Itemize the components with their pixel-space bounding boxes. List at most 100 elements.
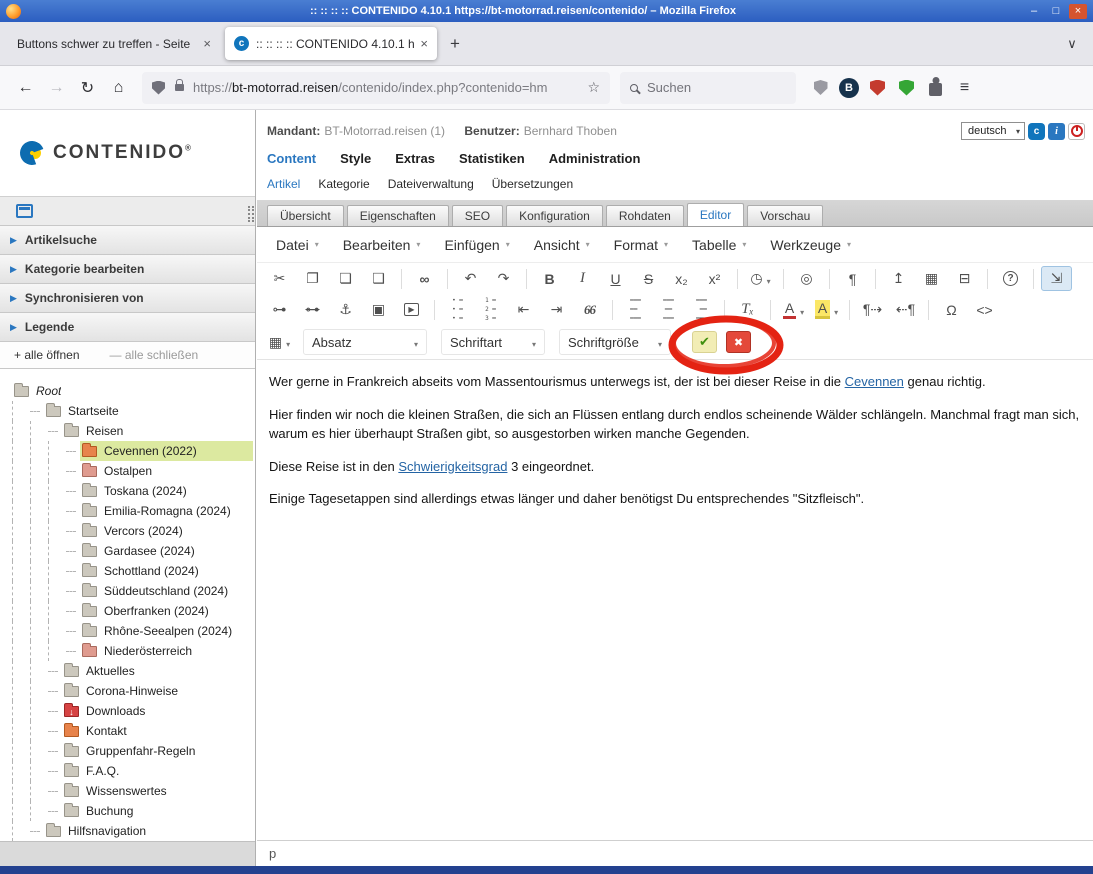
extensions-puzzle-icon[interactable] [921,73,950,102]
tab-konfiguration[interactable]: Konfiguration [506,205,603,226]
unlink-icon[interactable]: ⊶ [297,297,328,322]
superscript-icon[interactable]: x² [699,266,730,291]
tab-close-icon[interactable]: × [420,36,428,51]
visual-blocks-icon[interactable]: ¶ [837,266,868,291]
submenu-kategorie[interactable]: Kategorie [318,177,369,191]
tree-item[interactable]: Root [12,381,253,401]
align-center-icon[interactable]: ━━━ ━━ ━━━ [653,297,684,322]
new-tab-button[interactable]: + [442,34,468,54]
editor-menu-bearbeiten[interactable]: Bearbeiten [332,231,432,259]
content-link[interactable]: Cevennen [845,374,904,389]
editor-menu-einfügen[interactable]: Einfügen [433,231,520,259]
editor-menu-ansicht[interactable]: Ansicht [523,231,601,259]
tab-eigenschaften[interactable]: Eigenschaften [347,205,449,226]
account-b-icon[interactable]: B [839,78,859,98]
underline-icon[interactable]: U [600,266,631,291]
align-right-icon[interactable]: ━━━ ━━ ━━━ [686,297,717,322]
indent-icon[interactable]: ⇥ [541,297,572,322]
find-replace-icon[interactable]: ∞ [409,266,440,291]
tab-close-icon[interactable]: × [203,36,211,51]
tracking-shield-icon[interactable] [152,81,165,95]
tree-item[interactable]: Oberfranken (2024) [12,601,253,621]
undo-icon[interactable]: ↶ [455,266,486,291]
editor-menu-datei[interactable]: Datei [265,231,330,259]
help-icon[interactable]: ? [995,266,1026,291]
submenu-artikel[interactable]: Artikel [267,177,300,191]
tree-item[interactable]: Schottland (2024) [12,561,253,581]
lock-icon[interactable] [175,84,184,91]
source-code-icon[interactable]: <> [969,297,1000,322]
tree-item[interactable]: Buchung [12,801,253,821]
frame-resize-handle[interactable] [248,206,254,222]
editor-menu-werkzeuge[interactable]: Werkzeuge [759,231,862,259]
browser-tab[interactable]: c:: :: :: :: CONTENIDO 4.10.1 htt× [225,27,437,60]
bold-icon[interactable]: B [534,266,565,291]
tree-item[interactable]: Emilia-Romagna (2024) [12,501,253,521]
grid-icon[interactable]: ▦ [916,266,947,291]
tab-übersicht[interactable]: Übersicht [267,205,344,226]
green-shield-icon[interactable] [892,73,921,102]
cancel-button[interactable]: ✖ [726,331,751,353]
redo-icon[interactable]: ↷ [488,266,519,291]
tree-item[interactable]: Niederösterreich [12,641,253,661]
tree-item[interactable]: Aktuelles [12,661,253,681]
copy-icon[interactable]: ❐ [297,266,328,291]
ublock-shield-icon[interactable] [863,73,892,102]
menu-style[interactable]: Style [340,151,371,166]
info-icon[interactable]: i [1048,123,1065,140]
editor-content[interactable]: Wer gerne in Frankreich abseits vom Mass… [257,359,1093,840]
menu-statistiken[interactable]: Statistiken [459,151,525,166]
tree-item[interactable]: Hilfsnavigation [12,821,253,841]
tree-item[interactable]: Gardasee (2024) [12,541,253,561]
strikethrough-icon[interactable]: S [633,266,664,291]
italic-icon[interactable]: I [567,266,598,291]
content-link[interactable]: Schwierigkeitsgrad [398,459,507,474]
special-char-icon[interactable]: Ω [936,297,967,322]
numbered-list-icon[interactable]: 1 ━ 2 ━ 3 ━ [475,297,506,322]
tree-item[interactable]: Gruppenfahr-Regeln [12,741,253,761]
tree-item[interactable]: F.A.Q. [12,761,253,781]
ltr-icon[interactable]: ¶⇢ [857,297,888,322]
submenu-übersetzungen[interactable]: Übersetzungen [492,177,573,191]
reload-button[interactable]: ↻ [72,73,103,103]
clear-format-icon[interactable]: Tₓ [732,297,763,322]
url-bar[interactable]: https://bt-motorrad.reisen/contenido/ind… [142,72,610,104]
tree-item[interactable]: Wissenswertes [12,781,253,801]
image-icon[interactable]: ▣ [363,297,394,322]
save-button[interactable]: ✔ [692,331,717,353]
sidebar-section-artikelsuche[interactable]: ▶Artikelsuche [0,226,255,255]
rtl-icon[interactable]: ⇠¶ [890,297,921,322]
bookmark-star-icon[interactable]: ☆ [587,79,600,96]
tab-seo[interactable]: SEO [452,205,503,226]
text-color-icon[interactable]: A [778,297,809,322]
submenu-dateiverwaltung[interactable]: Dateiverwaltung [388,177,474,191]
outdent-icon[interactable]: ⇤ [508,297,539,322]
editor-menu-format[interactable]: Format [603,231,679,259]
sidebar-section-synchronisieren-von[interactable]: ▶Synchronisieren von [0,284,255,313]
tree-item[interactable]: Kontakt [12,721,253,741]
language-select[interactable]: deutsch [961,122,1025,140]
tab-editor[interactable]: Editor [687,203,744,226]
tab-vorschau[interactable]: Vorschau [747,205,823,226]
blockquote-icon[interactable]: 66 [574,297,605,322]
browser-tab[interactable]: Buttons schwer zu treffen - Seite× [8,27,220,60]
font-family-select[interactable]: Schriftart [441,329,545,355]
sidebar-section-legende[interactable]: ▶Legende [0,313,255,342]
tree-item[interactable]: Vercors (2024) [12,521,253,541]
logout-power-icon[interactable] [1068,123,1085,140]
maximize-button[interactable]: □ [1047,4,1065,19]
minimize-button[interactable]: – [1025,4,1043,19]
frames-toggle-icon[interactable] [16,204,33,218]
back-button[interactable]: ← [10,73,41,103]
privacy-shield-icon[interactable] [806,73,835,102]
link-icon[interactable]: ⊶ [264,297,295,322]
preview-icon[interactable]: ◎ [791,266,822,291]
paste-text-icon[interactable]: ❑ [363,266,394,291]
menu-extras[interactable]: Extras [395,151,435,166]
close-all-link[interactable]: — alle schließen [110,348,199,362]
open-all-link[interactable]: + alle öffnen [14,348,80,362]
search-bar[interactable]: Suchen [620,72,796,104]
insert-datetime-icon[interactable]: ◷ [745,266,776,291]
forward-button[interactable]: → [41,73,72,103]
tree-item[interactable]: Rhône-Seealpen (2024) [12,621,253,641]
